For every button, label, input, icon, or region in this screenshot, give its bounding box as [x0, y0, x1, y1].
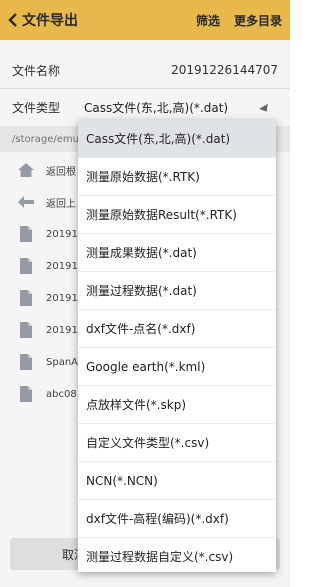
dropdown-option[interactable]: NCN(*.NCN) — [78, 462, 276, 500]
dropdown-option[interactable]: dxf文件-点名(*.dxf) — [78, 310, 276, 348]
dropdown-option[interactable]: 测量过程数据自定义(*.csv) — [78, 538, 276, 572]
dropdown-option[interactable]: 自定义文件类型(*.csv) — [78, 424, 276, 462]
filetype-dropdown: Cass文件(东,北,高)(*.dat) 测量原始数据(*.RTK) 测量原始数据R… — [78, 120, 276, 572]
dropdown-option[interactable]: 测量成果数据(*.dat) — [78, 234, 276, 272]
dropdown-option[interactable]: 测量原始数据Result(*.RTK) — [78, 196, 276, 234]
dropdown-option[interactable]: dxf文件-高程(编码)(*.dxf) — [78, 500, 276, 538]
dropdown-option[interactable]: 点放样文件(*.skp) — [78, 386, 276, 424]
dropdown-option[interactable]: 测量过程数据(*.dat) — [78, 272, 276, 310]
dropdown-option[interactable]: 测量原始数据(*.RTK) — [78, 158, 276, 196]
dropdown-option[interactable]: Cass文件(东,北,高)(*.dat) — [78, 120, 276, 158]
dropdown-option[interactable]: Google earth(*.kml) — [78, 348, 276, 386]
